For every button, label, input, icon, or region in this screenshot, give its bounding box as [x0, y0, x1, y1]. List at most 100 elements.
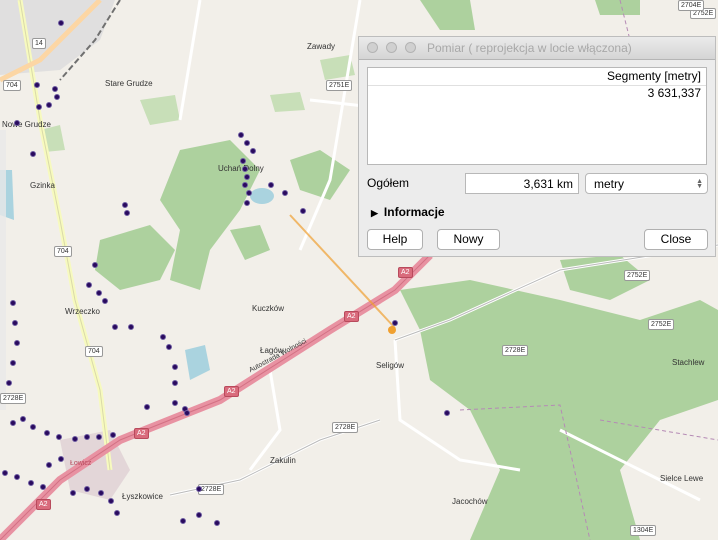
point-marker[interactable] [30, 151, 36, 157]
point-marker[interactable] [98, 490, 104, 496]
point-marker[interactable] [128, 324, 134, 330]
road-shield: 1304E [630, 525, 657, 536]
dialog-titlebar[interactable]: Pomiar ( reprojekcja w locie włączona) [359, 37, 715, 60]
side-panel-edge [0, 130, 6, 410]
point-marker[interactable] [44, 430, 50, 436]
point-marker[interactable] [444, 410, 450, 416]
point-marker[interactable] [46, 102, 52, 108]
info-expander[interactable]: ▶ Informacje [371, 205, 445, 219]
point-marker[interactable] [244, 174, 250, 180]
point-marker[interactable] [2, 470, 8, 476]
minimize-window-icon[interactable] [386, 42, 397, 53]
road-shield: 2728E [502, 345, 529, 356]
point-marker[interactable] [14, 474, 20, 480]
place-label: Wrzeczko [65, 307, 100, 316]
unit-select[interactable]: metry ▲ ▼ [585, 173, 708, 194]
point-marker[interactable] [40, 484, 46, 490]
road-shield: 704 [3, 80, 21, 91]
road-shield: 14 [32, 38, 46, 49]
point-marker[interactable] [172, 400, 178, 406]
point-marker[interactable] [6, 380, 12, 386]
point-marker[interactable] [54, 94, 60, 100]
point-marker[interactable] [240, 158, 246, 164]
point-marker[interactable] [56, 434, 62, 440]
point-marker[interactable] [20, 416, 26, 422]
point-marker[interactable] [96, 434, 102, 440]
point-marker[interactable] [172, 364, 178, 370]
point-marker[interactable] [108, 498, 114, 504]
point-marker[interactable] [282, 190, 288, 196]
point-marker[interactable] [72, 436, 78, 442]
measure-point [388, 326, 396, 334]
point-marker[interactable] [238, 132, 244, 138]
close-button[interactable]: Close [644, 229, 708, 250]
point-marker[interactable] [92, 262, 98, 268]
point-marker[interactable] [34, 82, 40, 88]
point-marker[interactable] [268, 182, 274, 188]
zoom-window-icon[interactable] [405, 42, 416, 53]
total-value-field[interactable]: 3,631 km [465, 173, 579, 194]
point-marker[interactable] [392, 320, 398, 326]
point-marker[interactable] [242, 182, 248, 188]
point-marker[interactable] [114, 510, 120, 516]
place-label: Łowicz [70, 460, 92, 467]
point-marker[interactable] [36, 104, 42, 110]
updown-chevron-icon: ▲ ▼ [696, 178, 703, 190]
road-shield-a2: A2 [398, 267, 413, 278]
place-label: Zakulin [270, 456, 296, 465]
point-marker[interactable] [30, 424, 36, 430]
point-marker[interactable] [10, 300, 16, 306]
point-marker[interactable] [196, 512, 202, 518]
point-marker[interactable] [160, 334, 166, 340]
point-marker[interactable] [10, 360, 16, 366]
point-marker[interactable] [28, 480, 34, 486]
point-marker[interactable] [86, 282, 92, 288]
point-marker[interactable] [58, 20, 64, 26]
disclosure-triangle-icon: ▶ [371, 208, 378, 218]
road-shield: 704 [85, 346, 103, 357]
point-marker[interactable] [112, 324, 118, 330]
point-marker[interactable] [244, 200, 250, 206]
point-marker[interactable] [196, 486, 202, 492]
point-marker[interactable] [242, 166, 248, 172]
info-label: Informacje [383, 205, 445, 219]
point-marker[interactable] [84, 486, 90, 492]
point-marker[interactable] [96, 290, 102, 296]
segment-row[interactable]: 3 631,337 [368, 86, 706, 100]
road-shield-a2: A2 [344, 311, 359, 322]
point-marker[interactable] [14, 120, 20, 126]
point-marker[interactable] [184, 410, 190, 416]
help-button[interactable]: Help [367, 229, 423, 250]
point-marker[interactable] [52, 86, 58, 92]
point-marker[interactable] [180, 518, 186, 524]
point-marker[interactable] [12, 320, 18, 326]
road-shield-a2: A2 [224, 386, 239, 397]
place-label: Gzinka [30, 181, 55, 190]
point-marker[interactable] [244, 140, 250, 146]
point-marker[interactable] [102, 298, 108, 304]
road-shield: 704 [54, 246, 72, 257]
point-marker[interactable] [246, 190, 252, 196]
point-marker[interactable] [46, 462, 52, 468]
point-marker[interactable] [122, 202, 128, 208]
point-marker[interactable] [58, 456, 64, 462]
segments-table[interactable]: Segmenty [metry] 3 631,337 [367, 67, 707, 165]
segments-header[interactable]: Segmenty [metry] [368, 68, 706, 86]
point-marker[interactable] [172, 380, 178, 386]
point-marker[interactable] [84, 434, 90, 440]
close-window-icon[interactable] [367, 42, 378, 53]
place-label: Uchań Dolny [218, 164, 264, 173]
point-marker[interactable] [214, 520, 220, 526]
point-marker[interactable] [166, 344, 172, 350]
point-marker[interactable] [124, 210, 130, 216]
point-marker[interactable] [14, 340, 20, 346]
point-marker[interactable] [10, 420, 16, 426]
total-label: Ogółem [367, 176, 410, 190]
new-button[interactable]: Nowy [437, 229, 500, 250]
point-marker[interactable] [300, 208, 306, 214]
road-shield-a2: A2 [134, 428, 149, 439]
point-marker[interactable] [250, 148, 256, 154]
point-marker[interactable] [70, 490, 76, 496]
point-marker[interactable] [144, 404, 150, 410]
point-marker[interactable] [110, 432, 116, 438]
